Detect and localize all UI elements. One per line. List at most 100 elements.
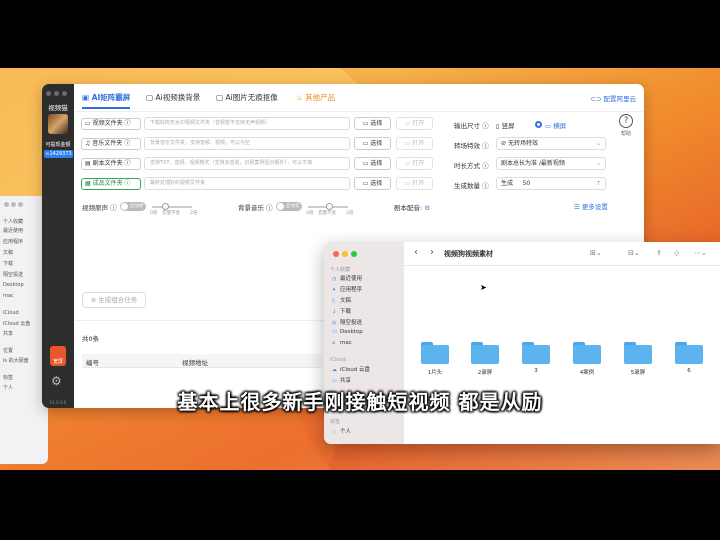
music-folder-input[interactable]: 背景音乐文件夹，支持音频、视频，可以为空 — [144, 137, 350, 150]
folder-item[interactable]: 2录屏 — [465, 342, 505, 376]
scale-min: 0倍 — [306, 211, 314, 216]
bg-finder-item[interactable]: 个人收藏 — [3, 218, 23, 225]
mouse-cursor-icon: ➤ — [480, 283, 487, 292]
finder-title: 视频狗视频素材 — [444, 250, 493, 258]
tab-ai-matrix[interactable]: ▣ AI矩阵霸屏 — [82, 92, 131, 109]
bg-finder-item[interactable]: iCloud — [3, 310, 19, 316]
video-sound-toggle[interactable]: 启动原声 — [120, 202, 146, 218]
close-button[interactable] — [333, 251, 339, 257]
forward-arrow-icon[interactable]: › — [430, 247, 434, 258]
chevron-down-icon: ⌄ — [595, 140, 601, 147]
minimize-button[interactable] — [342, 251, 348, 257]
tab-image-cutout[interactable]: ▢ Ai图片无痕抠像 — [216, 92, 278, 103]
bg-finder-item[interactable]: mac — [3, 293, 14, 299]
view-grid-icon[interactable]: ⊞⌄ — [590, 249, 602, 257]
generate-task-button[interactable]: ⊕ 生成组合任务 — [82, 292, 146, 308]
bg-music-toggle[interactable]: 启动音乐 — [276, 202, 302, 218]
script-folder-select-button[interactable]: ▭ 选择 — [354, 157, 391, 170]
bg-finder-item[interactable]: 下载 — [3, 260, 13, 267]
script-folder-input[interactable]: 支持TXT、音频、视频格式（支持多音道，识别案例显示额外），可以不填 — [144, 157, 350, 170]
sidebar-item-downloads[interactable]: ↓ 下载 — [332, 307, 351, 315]
scale-mid: 音量不变 — [162, 211, 180, 216]
sidebar-item-recents[interactable]: ◷ 最近使用 — [332, 274, 362, 282]
music-folder-open-button[interactable]: ▭ 打开 — [396, 137, 433, 150]
video-volume-slider[interactable] — [152, 206, 192, 208]
landscape-radio[interactable] — [535, 121, 542, 128]
folder-item[interactable]: 5录屏 — [618, 342, 658, 376]
task-table-header: 编号 视频地址 — [82, 354, 322, 368]
tab-video-background[interactable]: ▢ Ai视频换背景 — [146, 92, 200, 103]
script-folder-open-button[interactable]: ▭ 打开 — [396, 157, 433, 170]
sidebar-item-documents[interactable]: ▯ 文稿 — [332, 296, 351, 304]
tag-icon[interactable]: ◇ — [674, 249, 679, 257]
bg-finder-item[interactable]: Desktop — [3, 282, 24, 288]
sidebar-item-applications[interactable]: ✦ 应用程序 — [332, 285, 362, 293]
bg-finder-item[interactable]: 隔空投送 — [3, 271, 23, 278]
bg-finder-item[interactable]: 标签 — [3, 374, 13, 381]
share-icon[interactable]: ⇪ — [656, 249, 662, 257]
fire-icon: ♨ — [296, 93, 306, 102]
duration-select[interactable]: 剧本总长为准 /最新视频 ⌄ — [496, 157, 606, 170]
music-volume-knob[interactable] — [326, 203, 333, 210]
bg-finder-item[interactable]: iCloud 云盘 — [3, 320, 30, 327]
landscape-option[interactable]: ▭ 横屏 — [545, 120, 566, 130]
sidebar-item-mac[interactable]: ⌂ mac — [332, 340, 352, 346]
count-input[interactable]: 生成 50 ↑ — [496, 177, 606, 190]
config-aliyun-link[interactable]: ⊂⊃ 配置阿里云 — [591, 93, 636, 103]
video-volume-knob[interactable] — [162, 203, 169, 210]
help-button[interactable]: ? 帮助 — [618, 114, 634, 137]
folder-item[interactable]: 4案例 — [567, 342, 607, 376]
folder-icon — [421, 342, 449, 364]
home-icon: ⌂ — [332, 340, 336, 346]
portrait-option[interactable]: ▯ 竖屏 — [496, 120, 515, 130]
tab-other-products[interactable]: ♨ 其他产品 — [296, 92, 335, 103]
tag-dot-icon: ○ — [332, 429, 337, 435]
avatar[interactable] — [48, 114, 68, 134]
bg-finder-item[interactable]: 共享 — [3, 330, 13, 337]
folder-icon — [675, 342, 703, 364]
video-folder-input[interactable]: 下载好的无水印视频文件夹（音频暂不支持无声视频） — [144, 117, 350, 130]
bg-finder-item[interactable]: 位置 — [3, 347, 13, 354]
output-folder-input[interactable]: 最终处理好的视频文件夹 — [144, 177, 350, 190]
folder-item[interactable]: 1片头 — [415, 342, 455, 376]
sidebar-item-airdrop[interactable]: ◎ 隔空投送 — [332, 318, 362, 326]
bg-finder-item[interactable]: 文稿 — [3, 249, 13, 256]
airdrop-icon: ◎ — [332, 320, 337, 326]
video-folder-open-button[interactable]: ▭ 打开 — [396, 117, 433, 130]
folder-icon — [522, 342, 550, 364]
bg-finder-item[interactable]: 应用程序 — [3, 238, 23, 245]
document-icon: ▯ — [332, 298, 335, 304]
scale-max: 2倍 — [346, 211, 354, 216]
sidebar-item-desktop[interactable]: ▭ Desktop — [332, 329, 363, 335]
shared-folder-icon: ▭ — [332, 378, 337, 384]
zoom-button[interactable] — [351, 251, 357, 257]
output-folder-label: ▦ 成品文件夹 ⓘ — [81, 178, 141, 190]
folder-item[interactable]: 6 — [669, 342, 709, 374]
user-id-badge: ≈1429373 — [44, 150, 73, 158]
output-folder-select-button[interactable]: ▭ 选择 — [354, 177, 391, 190]
script-folder-label: ▤ 剧本文件夹 ⓘ — [81, 158, 141, 170]
group-icon[interactable]: ⊟⌄ — [628, 249, 640, 257]
more-icon[interactable]: ⋯⌄ — [694, 249, 707, 257]
vip-button[interactable]: 宽屏 — [50, 346, 66, 366]
transition-select[interactable]: ⊘ 无转场特效 ⌄ — [496, 137, 606, 150]
column-header-id: 编号 — [86, 359, 99, 367]
music-folder-select-button[interactable]: ▭ 选择 — [354, 137, 391, 150]
background-finder-window: 个人收藏 最近使用 应用程序 文稿 下载 隔空投送 Desktop mac iC… — [0, 196, 48, 464]
letterbox-top — [0, 0, 720, 68]
grid-icon: ▣ — [82, 93, 92, 102]
bg-finder-item[interactable]: 最近使用 — [3, 227, 23, 234]
gear-icon[interactable]: ⚙ — [424, 204, 430, 212]
video-folder-select-button[interactable]: ▭ 选择 — [354, 117, 391, 130]
back-arrow-icon[interactable]: ‹ — [414, 247, 418, 258]
more-settings-link[interactable]: ☰ 更多设置 — [574, 201, 608, 211]
sidebar-item-shared[interactable]: ▭ 共享 — [332, 376, 351, 384]
sidebar-item-tag-personal[interactable]: ○ 个人 — [332, 427, 351, 435]
download-icon: ↓ — [332, 309, 337, 315]
output-folder-open-button[interactable]: ▭ 打开 — [396, 177, 433, 190]
bg-finder-item[interactable]: ls 的大硬盘 — [3, 357, 29, 364]
arrow-up-icon[interactable]: ↑ — [596, 178, 601, 189]
desktop-icon: ▭ — [332, 329, 337, 335]
sidebar-item-icloud-drive[interactable]: ☁ iCloud 云盘 — [332, 365, 370, 373]
folder-item[interactable]: 3 — [516, 342, 556, 374]
